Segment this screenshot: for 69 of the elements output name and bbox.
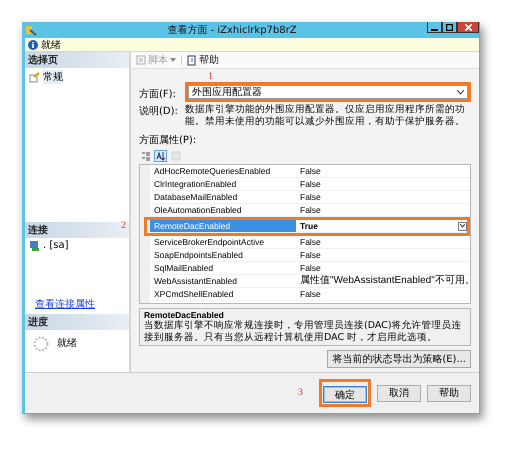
connection-properties-link[interactable]: 查看连接属性 — [35, 297, 95, 311]
maximize-button[interactable] — [442, 22, 457, 33]
property-row[interactable]: ClrIntegrationEnabled False — [150, 178, 470, 191]
annotation-number: 3 — [298, 386, 303, 398]
property-value: False — [299, 205, 321, 215]
property-name: XPCmdShellEnabled — [153, 289, 234, 299]
help-title: RemoteDacEnabled — [144, 310, 225, 320]
annotation-number: 2 — [121, 220, 126, 231]
page-icon — [29, 72, 40, 82]
property-name: ServiceBrokerEndpointActive — [153, 237, 266, 247]
property-name: SoapEndpointsEnabled — [153, 250, 244, 260]
property-value: False — [299, 263, 321, 273]
description-label: 说明(D): — [139, 105, 179, 118]
close-icon — [464, 24, 472, 30]
property-row[interactable]: RemoteDacEnabled True — [147, 220, 467, 233]
categorized-button[interactable] — [139, 150, 152, 162]
property-name: OleAutomationEnabled — [153, 205, 242, 215]
properties-label: 方面属性(P): — [139, 134, 198, 147]
maximize-icon — [446, 24, 453, 30]
dialog-button[interactable]: 帮助 — [427, 384, 471, 402]
annotation-number: 1 — [208, 71, 213, 82]
caret-icon — [170, 58, 176, 62]
property-value: False — [299, 166, 321, 176]
property-row[interactable]: OleAutomationEnabled False — [150, 204, 470, 217]
facet-dropdown[interactable]: 外围应用配置器 — [188, 85, 468, 99]
page-item[interactable]: 常规 — [43, 70, 63, 84]
property-row[interactable]: DatabaseMailEnabled False — [150, 191, 470, 204]
property-row[interactable]: SqlMailEnabled False — [150, 262, 470, 275]
server-icon — [29, 240, 40, 251]
export-policy-button[interactable]: 将当前的状态导出为策略(E)... — [327, 350, 471, 368]
help-icon — [187, 54, 197, 66]
app-icon — [25, 24, 37, 36]
alphabetical-sort-button[interactable] — [154, 150, 167, 162]
property-value: False — [299, 250, 321, 260]
minimize-button[interactable] — [427, 22, 442, 33]
info-icon — [28, 40, 38, 50]
property-value: False — [299, 289, 321, 299]
description-text: 数据库引擎功能的外围应用配置器。仅应启用应用程序所需的功能。禁用未使用的功能可以减少外围应用，有助于保护服务器。 — [185, 104, 466, 128]
section-header: 进度 — [25, 314, 129, 330]
script-icon — [136, 55, 146, 65]
spinner-icon — [33, 336, 49, 352]
section-header: 选择页 — [25, 52, 129, 68]
property-value: False — [299, 179, 321, 189]
property-row[interactable]: XPCmdShellEnabled False — [150, 288, 470, 301]
property-row[interactable]: AdHocRemoteQueriesEnabled False — [150, 165, 470, 178]
property-row[interactable]: ServiceBrokerEndpointActive False — [150, 236, 470, 249]
property-name: WebAssistantEnabled — [153, 276, 238, 286]
property-value: False — [299, 237, 321, 247]
dialog-button[interactable]: 取消 — [377, 384, 421, 402]
window-title: 查看方面 - iZxhiclrkp7b8rZ — [166, 24, 298, 37]
property-name: AdHocRemoteQueriesEnabled — [153, 166, 272, 176]
property-row[interactable]: SoapEndpointsEnabled False — [150, 249, 470, 262]
connection-text: . [sa] — [43, 240, 68, 251]
chevron-down-icon — [457, 90, 464, 94]
property-value: True — [299, 221, 318, 231]
progress-status: 就绪 — [57, 336, 77, 350]
property-row[interactable]: WebAssistantEnabled 属性值"WebAssistantEnabled"不可用。 — [150, 275, 470, 288]
property-name: DatabaseMailEnabled — [153, 192, 238, 202]
help-text: 当数据库引擎不响应常规连接时，专用管理员连接(DAC)将允许管理员连接到服务器。只有当您从远程计算机使用DAC 时，才启用此选项。 — [144, 320, 463, 344]
facet-label: 方面(F): — [139, 88, 177, 101]
dialog-button[interactable]: 确定 — [323, 386, 367, 404]
help-button[interactable]: 帮助 — [185, 53, 221, 67]
close-button[interactable] — [457, 22, 479, 33]
property-name: RemoteDacEnabled — [150, 220, 296, 232]
property-name: ClrIntegrationEnabled — [153, 179, 238, 189]
dropdown-button[interactable] — [458, 222, 467, 230]
property-name: SqlMailEnabled — [153, 263, 214, 273]
property-value: False — [299, 192, 321, 202]
status-text: 就绪 — [41, 38, 61, 52]
